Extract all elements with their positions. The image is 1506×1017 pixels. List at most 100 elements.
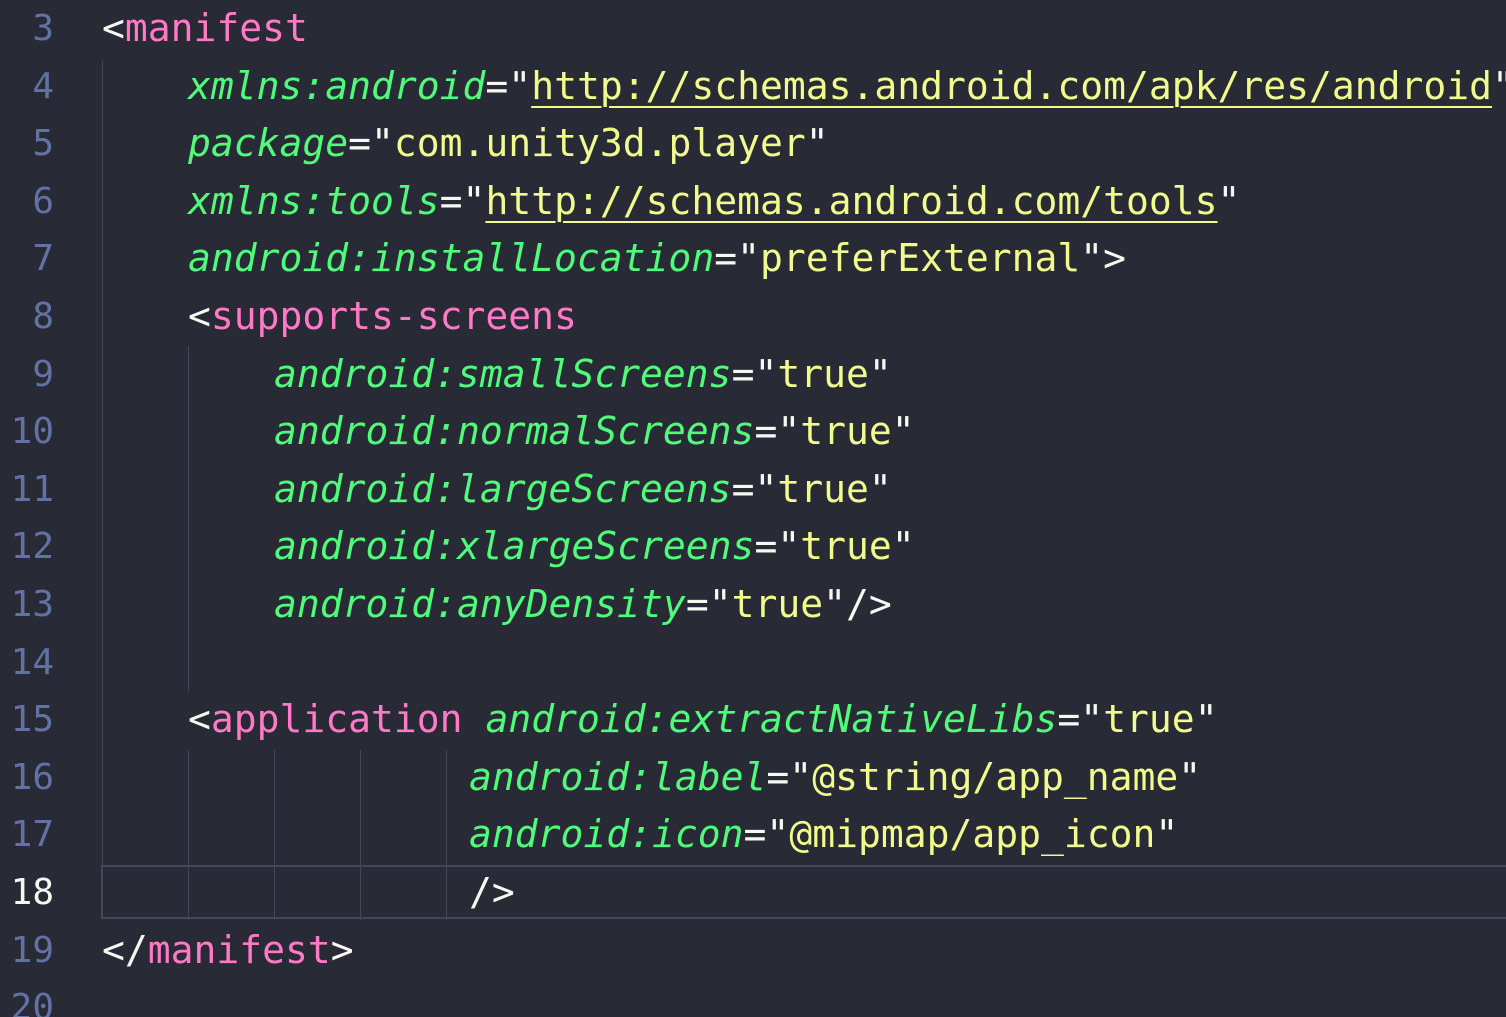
- code-line[interactable]: 13 android:anyDensity="true"/>: [0, 576, 1506, 634]
- punctuation-token: ": [805, 121, 829, 166]
- line-number[interactable]: 11: [0, 461, 54, 519]
- attribute-name-token: xmlns:tools: [188, 178, 440, 223]
- line-content[interactable]: android:xlargeScreens="true": [274, 518, 915, 576]
- line-number[interactable]: 15: [0, 691, 54, 749]
- line-number[interactable]: 19: [0, 922, 54, 980]
- punctuation-token: "/>: [823, 582, 892, 626]
- code-line[interactable]: 7 android:installLocation="preferExternal…: [0, 230, 1506, 288]
- punctuation-token: ": [1194, 697, 1218, 742]
- code-line[interactable]: 6 xmlns:tools="http://schemas.android.com…: [0, 173, 1506, 231]
- punctuation-token: [463, 697, 486, 741]
- attribute-value-token: @mipmap/app_icon: [789, 812, 1156, 857]
- attribute-value-token: @string/app_name: [812, 754, 1179, 799]
- code-line[interactable]: 20: [0, 979, 1506, 1017]
- code-line[interactable]: 17 android:icon="@mipmap/app_icon": [0, 806, 1506, 864]
- punctuation-token: ": [868, 351, 892, 396]
- code-line[interactable]: 18 />: [0, 864, 1506, 922]
- punctuation-token: =": [348, 121, 394, 166]
- attribute-name-token: package: [188, 121, 349, 166]
- line-number[interactable]: 6: [0, 173, 54, 231]
- code-line[interactable]: 9 android:smallScreens="true": [0, 346, 1506, 404]
- attribute-value-token: true: [731, 582, 824, 626]
- line-content[interactable]: android:anyDensity="true"/>: [274, 576, 892, 634]
- tag-name-token: manifest: [124, 6, 308, 50]
- attribute-name-token: android:xlargeScreens: [274, 524, 755, 569]
- attribute-name-token: android:icon: [469, 812, 744, 857]
- punctuation-token: =": [754, 409, 801, 454]
- line-content[interactable]: </manifest>: [102, 922, 354, 980]
- line-content[interactable]: android:largeScreens="true": [274, 461, 892, 519]
- url-link[interactable]: http://schemas.android.com/apk/res/andro…: [531, 64, 1492, 108]
- attribute-name-token: android:normalScreens: [274, 409, 755, 454]
- punctuation-token: =": [766, 754, 813, 799]
- line-number[interactable]: 7: [0, 230, 54, 288]
- punctuation-token: <: [188, 697, 211, 742]
- line-number[interactable]: 9: [0, 346, 54, 404]
- punctuation-token: ": [891, 409, 915, 454]
- line-number[interactable]: 4: [0, 58, 54, 116]
- punctuation-token: =": [714, 236, 760, 281]
- line-content[interactable]: xmlns:android="http://schemas.android.co…: [188, 58, 1506, 116]
- code-line[interactable]: 14: [0, 634, 1506, 692]
- code-line[interactable]: 10 android:normalScreens="true": [0, 403, 1506, 461]
- attribute-value-token: true: [1103, 697, 1195, 742]
- line-number[interactable]: 10: [0, 403, 54, 461]
- line-number[interactable]: 13: [0, 576, 54, 634]
- line-number[interactable]: 5: [0, 115, 54, 173]
- line-content[interactable]: package="com.unity3d.player": [188, 115, 829, 173]
- punctuation-token: <: [102, 6, 125, 50]
- line-content[interactable]: android:smallScreens="true": [274, 346, 892, 404]
- punctuation-token: ">: [1080, 236, 1127, 281]
- line-number[interactable]: 12: [0, 518, 54, 576]
- line-number[interactable]: 3: [0, 0, 54, 58]
- line-content[interactable]: android:label="@string/app_name": [469, 749, 1201, 807]
- code-line[interactable]: 5 package="com.unity3d.player": [0, 115, 1506, 173]
- punctuation-token: =": [485, 63, 532, 108]
- line-content[interactable]: />: [469, 864, 515, 922]
- code-line[interactable]: 4 xmlns:android="http://schemas.android.c…: [0, 58, 1506, 116]
- punctuation-token: </: [102, 927, 148, 972]
- line-number[interactable]: 17: [0, 806, 54, 864]
- line-content[interactable]: <supports-screens: [188, 288, 577, 346]
- punctuation-token: />: [469, 870, 515, 914]
- attribute-value-token: preferExternal: [759, 236, 1081, 281]
- attribute-value-token: true: [800, 524, 892, 569]
- punctuation-token: >: [330, 927, 354, 972]
- line-number[interactable]: 20: [0, 979, 54, 1017]
- punctuation-token: <: [188, 294, 211, 338]
- punctuation-token: ": [1155, 812, 1179, 857]
- tag-name-token: manifest: [147, 927, 331, 972]
- line-number[interactable]: 8: [0, 288, 54, 346]
- url-link[interactable]: http://schemas.android.com/tools: [485, 179, 1217, 223]
- tag-name-token: supports-screens: [210, 294, 577, 338]
- code-line[interactable]: 3 <manifest: [0, 0, 1506, 58]
- line-number[interactable]: 14: [0, 634, 54, 692]
- punctuation-token: =": [1057, 697, 1104, 742]
- punctuation-token: ": [1178, 754, 1202, 799]
- line-content[interactable]: <application android:extractNativeLibs="…: [188, 691, 1218, 749]
- tag-name-token: application: [210, 697, 463, 742]
- line-content[interactable]: android:icon="@mipmap/app_icon": [469, 806, 1178, 864]
- attribute-name-token: android:smallScreens: [274, 351, 732, 396]
- punctuation-token: =": [743, 812, 790, 857]
- line-content[interactable]: xmlns:tools="http://schemas.android.com/…: [188, 173, 1240, 231]
- line-number[interactable]: 18: [0, 864, 54, 922]
- attribute-value-token: true: [777, 466, 869, 511]
- code-line[interactable]: 8 <supports-screens: [0, 288, 1506, 346]
- attribute-name-token: android:label: [469, 754, 767, 799]
- attribute-name-token: android:extractNativeLibs: [485, 697, 1058, 742]
- punctuation-token: =": [754, 524, 801, 569]
- line-content[interactable]: <manifest: [102, 0, 308, 58]
- code-line[interactable]: 16 android:label="@string/app_name": [0, 749, 1506, 807]
- code-line[interactable]: 11 android:largeScreens="true": [0, 461, 1506, 519]
- line-content[interactable]: android:installLocation="preferExternal"…: [188, 230, 1126, 288]
- line-content[interactable]: android:normalScreens="true": [274, 403, 915, 461]
- code-line[interactable]: 12 android:xlargeScreens="true": [0, 518, 1506, 576]
- attribute-value-token: true: [800, 409, 892, 454]
- code-line[interactable]: 19 </manifest>: [0, 922, 1506, 980]
- code-line[interactable]: 15 <application android:extractNativeLibs…: [0, 691, 1506, 749]
- punctuation-token: =": [731, 466, 778, 511]
- line-number[interactable]: 16: [0, 749, 54, 807]
- code-editor[interactable]: 3 <manifest 4 xmlns:android="http://schemas…: [0, 0, 1506, 1017]
- attribute-name-token: android:installLocation: [188, 236, 715, 281]
